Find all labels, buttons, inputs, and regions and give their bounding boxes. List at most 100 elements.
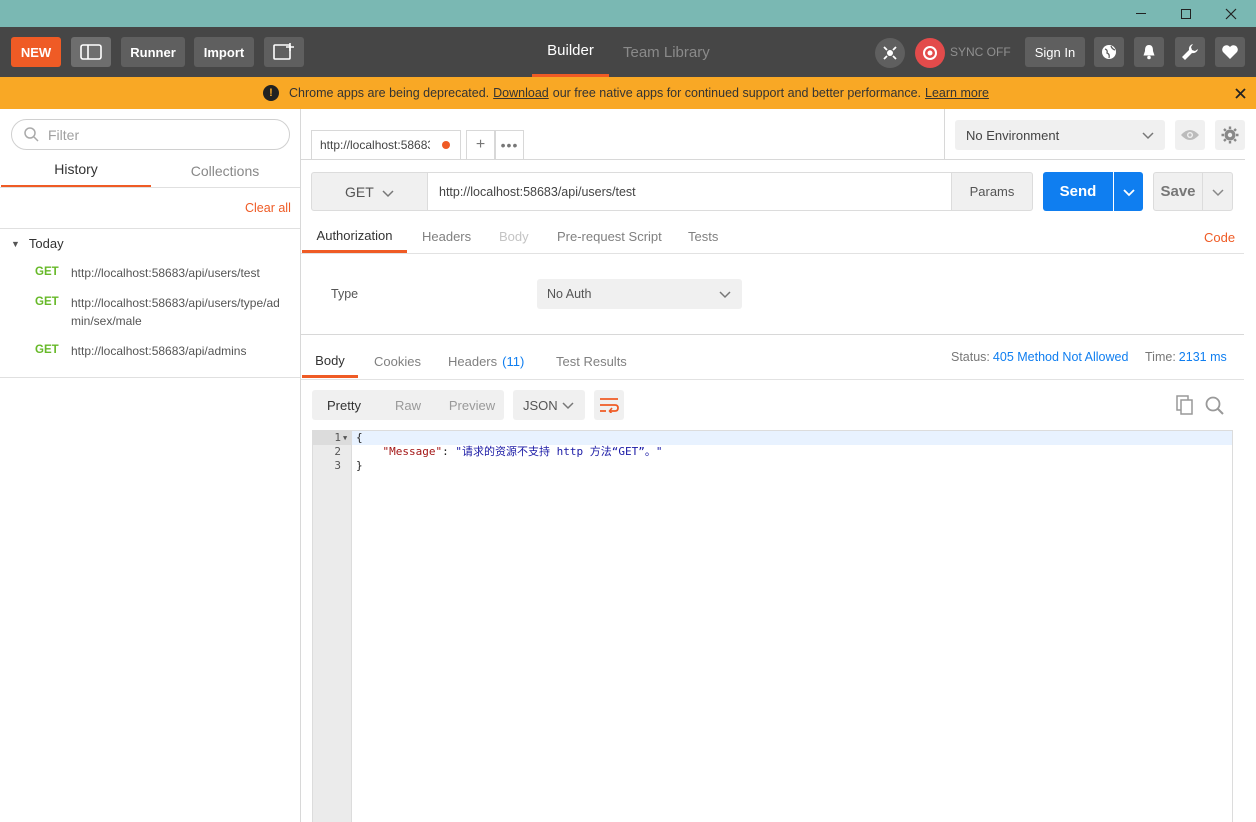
save-button[interactable]: Save [1153, 172, 1203, 211]
interceptor-button[interactable] [875, 38, 905, 68]
headers-count-badge: (11) [502, 354, 525, 369]
history-item-method: GET [35, 344, 59, 356]
copy-response-button[interactable] [1174, 394, 1196, 416]
response-tab-body[interactable]: Body [302, 345, 358, 378]
import-button[interactable]: Import [194, 37, 254, 67]
chevron-down-icon [562, 402, 574, 410]
params-button[interactable]: Params [951, 172, 1033, 211]
method-value: GET [345, 183, 374, 200]
time-value: 2131 ms [1178, 350, 1227, 364]
nav-tab-team-library[interactable]: Team Library [623, 27, 710, 77]
view-raw-button[interactable]: Raw [376, 398, 440, 413]
close-window-button[interactable] [1208, 0, 1254, 27]
tab-tests[interactable]: Tests [688, 220, 718, 253]
chevron-down-icon [382, 190, 394, 198]
request-tab[interactable]: http://localhost:58683/api/users/test [311, 130, 461, 159]
filter-input[interactable]: Filter [11, 119, 290, 150]
history-item-url: http://localhost:58683/api/users/type/ad… [71, 296, 280, 328]
environment-value: No Environment [966, 127, 1060, 143]
heart-button[interactable] [1215, 37, 1245, 67]
warning-icon: ! [263, 85, 280, 101]
divider [301, 253, 1244, 254]
runner-button[interactable]: Runner [121, 37, 185, 67]
toggle-sidebar-button[interactable] [71, 37, 111, 67]
tab-headers[interactable]: Headers [422, 220, 471, 253]
globe-icon [1102, 45, 1116, 59]
add-tab-button[interactable]: + [466, 130, 495, 159]
globe-button[interactable] [1094, 37, 1124, 67]
sidebar: Filter History Collections Clear all ▼ T… [0, 109, 301, 822]
minimize-window-button[interactable] [1118, 0, 1164, 27]
response-time: Time: 2131 ms [1145, 350, 1227, 364]
environment-quick-look-button[interactable] [1175, 120, 1205, 150]
nav-tab-builder[interactable]: Builder [532, 27, 609, 77]
heart-icon [1222, 45, 1238, 59]
download-link[interactable]: Download [493, 86, 549, 100]
more-tabs-button[interactable]: ••• [495, 130, 524, 159]
generate-code-link[interactable]: Code [1204, 230, 1235, 245]
maximize-window-button[interactable] [1163, 0, 1209, 27]
new-window-button[interactable] [264, 37, 304, 67]
new-button[interactable]: NEW [11, 37, 61, 67]
filter-placeholder: Filter [48, 126, 80, 143]
environment-select[interactable]: No Environment [955, 120, 1165, 150]
bell-icon [1143, 45, 1155, 60]
manage-environments-button[interactable] [1215, 120, 1245, 150]
view-pretty-button[interactable]: Pretty [312, 398, 376, 413]
clear-all-link[interactable]: Clear all [245, 201, 291, 215]
copy-icon [1176, 395, 1193, 415]
tab-pre-request-script[interactable]: Pre-request Script [557, 220, 662, 253]
notifications-button[interactable] [1134, 37, 1164, 67]
response-tab-headers[interactable]: Headers (11) [448, 345, 524, 378]
response-body-editor[interactable]: 1 ▼ { 2 "Message": "请求的资源不支持 http 方法“GET… [312, 430, 1233, 822]
sign-in-button[interactable]: Sign In [1025, 37, 1085, 67]
status-value: 405 Method Not Allowed [992, 350, 1129, 364]
code-text: "Message": "请求的资源不支持 http 方法“GET”。" [356, 445, 663, 459]
auth-type-label: Type [331, 287, 359, 301]
close-icon [1225, 8, 1237, 19]
code-line: 2 "Message": "请求的资源不支持 http 方法“GET”。" [313, 445, 1232, 459]
banner-text-after: our free native apps for continued suppo… [552, 86, 922, 100]
divider [301, 379, 1244, 380]
learn-more-link[interactable]: Learn more [925, 86, 989, 100]
divider [0, 228, 300, 229]
status-label: Status: [951, 350, 990, 364]
sync-icon [923, 46, 937, 60]
unsaved-indicator-icon [442, 141, 450, 149]
wrap-lines-icon [600, 398, 619, 413]
tab-authorization[interactable]: Authorization [302, 220, 407, 253]
line-number: 3 [334, 459, 341, 472]
new-window-icon [273, 43, 294, 60]
wrap-lines-button[interactable] [594, 390, 624, 420]
line-number: 2 [334, 445, 341, 458]
json-key: "Message" [382, 445, 443, 458]
format-value: JSON [523, 397, 558, 413]
format-select[interactable]: JSON [513, 390, 585, 420]
response-tab-test-results[interactable]: Test Results [556, 345, 627, 378]
search-response-button[interactable] [1203, 394, 1225, 416]
tab-body[interactable]: Body [499, 220, 529, 253]
sync-button[interactable] [915, 38, 945, 68]
code-text: } [356, 459, 363, 472]
banner-close-button[interactable] [1230, 77, 1250, 109]
chevron-down-icon [1211, 188, 1224, 196]
view-preview-button[interactable]: Preview [440, 398, 504, 413]
history-group-today[interactable]: ▼ Today [11, 236, 64, 251]
response-tab-headers-label: Headers [448, 354, 498, 369]
tab-history[interactable]: History [1, 153, 151, 188]
time-label: Time: [1145, 350, 1176, 364]
auth-type-select[interactable]: No Auth [537, 279, 742, 309]
send-options-button[interactable] [1114, 172, 1143, 211]
response-tab-cookies[interactable]: Cookies [374, 345, 421, 378]
fold-arrow-icon[interactable]: ▼ [343, 431, 347, 445]
history-group-label: Today [28, 236, 64, 251]
satellite-icon [883, 46, 897, 60]
send-button[interactable]: Send [1043, 172, 1113, 211]
method-select[interactable]: GET [311, 172, 428, 211]
tab-collections[interactable]: Collections [150, 153, 300, 188]
save-options-button[interactable] [1202, 172, 1233, 211]
code-text: { [356, 431, 363, 444]
url-input[interactable]: http://localhost:58683/api/users/test [427, 172, 952, 211]
settings-button[interactable] [1175, 37, 1205, 67]
history-item-method: GET [35, 266, 59, 278]
